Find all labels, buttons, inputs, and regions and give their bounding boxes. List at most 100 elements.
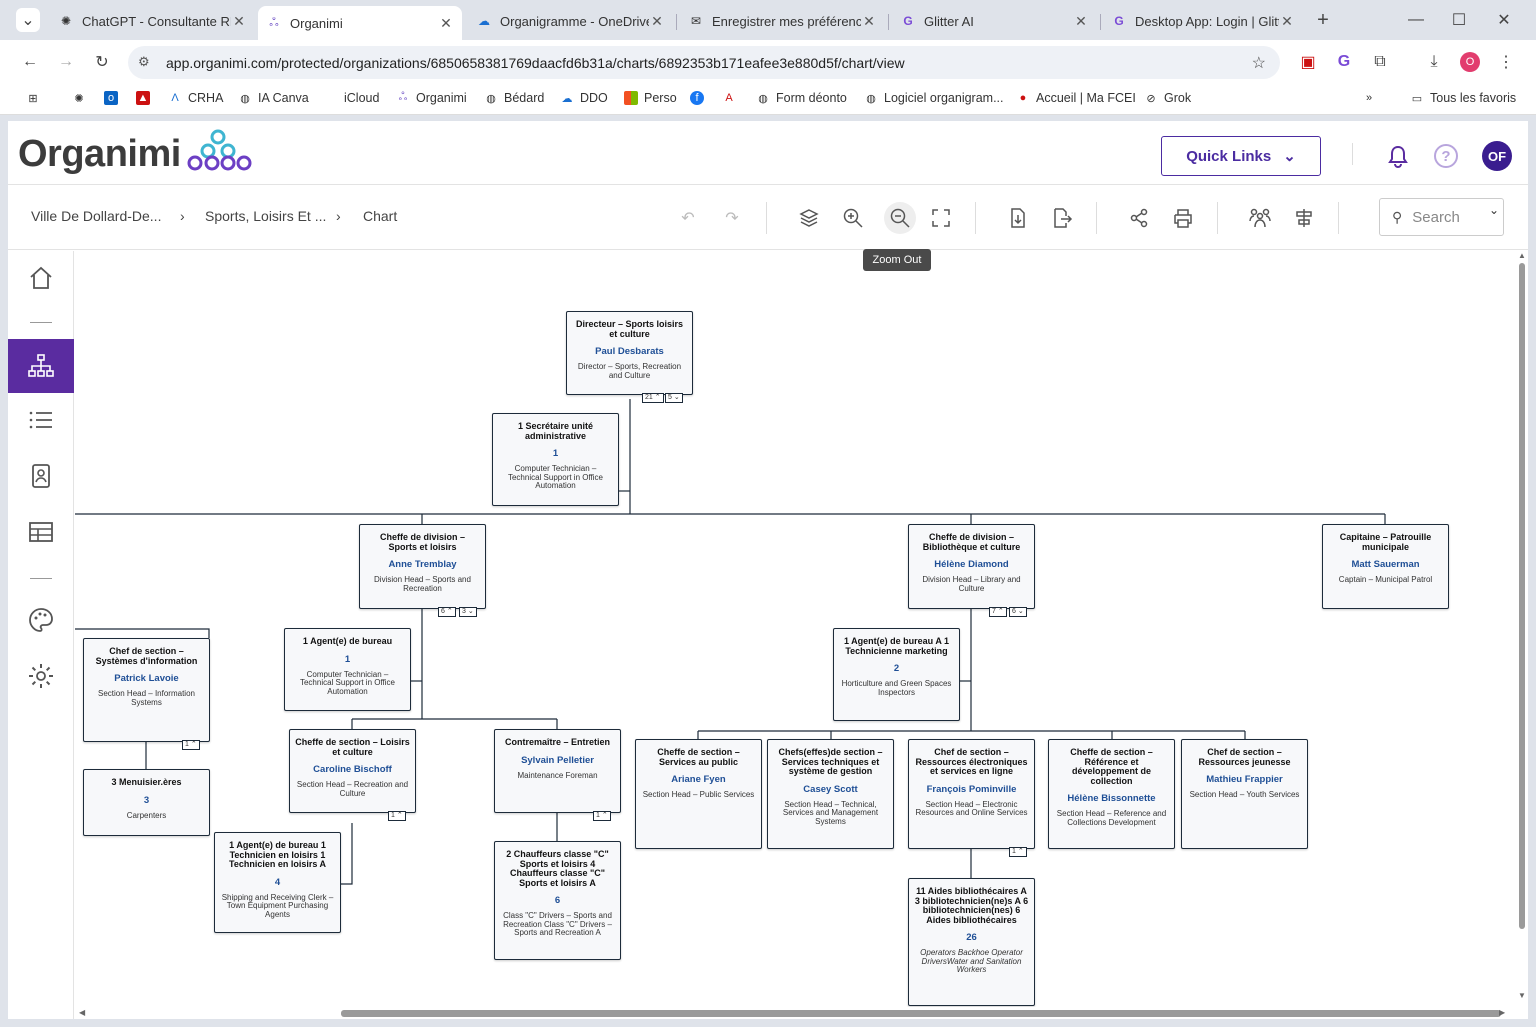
- org-card-recreation-culture[interactable]: Cheffe de section – Loisirs et culture C…: [289, 729, 416, 821]
- org-card-carpenters[interactable]: 3 Menuisier.ères 3 Carpenters: [83, 769, 210, 836]
- minimize-button[interactable]: —: [1404, 8, 1428, 32]
- direct-reports-badge[interactable]: 6 ⌄: [1009, 607, 1027, 617]
- apps-icon[interactable]: ⊞: [26, 91, 46, 105]
- org-card-office-agent[interactable]: 1 Agent(e) de bureau 1 Computer Technici…: [284, 628, 411, 711]
- all-bookmarks[interactable]: ▭ Tous les favoris: [1410, 91, 1516, 105]
- reload-button[interactable]: ↻: [90, 50, 114, 74]
- breadcrumb-chart[interactable]: Chart: [363, 208, 397, 224]
- org-card-public-services[interactable]: Cheffe de section – Services au public A…: [635, 739, 762, 849]
- close-tab-icon[interactable]: ✕: [1279, 13, 1295, 30]
- chevron-down-icon[interactable]: ⌄: [1489, 203, 1499, 217]
- new-tab-button[interactable]: +: [1311, 8, 1335, 32]
- fullscreen-icon[interactable]: [928, 205, 954, 231]
- layers-icon[interactable]: [796, 205, 822, 231]
- print-icon[interactable]: [1170, 205, 1196, 231]
- close-tab-icon[interactable]: ✕: [861, 13, 877, 30]
- quick-links-button[interactable]: Quick Links ⌄: [1161, 136, 1321, 176]
- help-icon[interactable]: ?: [1434, 144, 1458, 168]
- browser-menu-icon[interactable]: ⋮: [1494, 50, 1518, 74]
- bookmark-form-deonto[interactable]: ◍ Form déonto: [756, 91, 847, 105]
- org-card-maintenance-foreman[interactable]: Contremaître – Entretien Sylvain Pelleti…: [494, 729, 621, 821]
- back-button[interactable]: ←: [18, 50, 42, 74]
- maximize-button[interactable]: ☐: [1447, 8, 1471, 32]
- extensions-icon[interactable]: ⧉: [1368, 50, 1392, 74]
- bookmark-facebook-icon[interactable]: f: [690, 91, 710, 105]
- bookmark-icloud[interactable]: iCloud: [324, 91, 379, 105]
- tab-glitter[interactable]: G Glitter AI ✕: [892, 6, 1097, 36]
- table-icon[interactable]: [8, 505, 74, 559]
- horizontal-scroll-thumb[interactable]: [341, 1010, 1501, 1017]
- pdf-extension-icon[interactable]: ▣: [1296, 50, 1320, 74]
- org-card-reference-collections[interactable]: Cheffe de section – Référence et dévelop…: [1048, 739, 1175, 849]
- bookmark-bedard[interactable]: ◍ Bédard: [484, 91, 544, 105]
- zoom-out-icon[interactable]: [884, 202, 916, 234]
- org-card-youth-resources[interactable]: Chef de section – Ressources jeunesse Ma…: [1181, 739, 1308, 849]
- org-chart-canvas[interactable]: Directeur – Sports loisirs et culture Pa…: [75, 251, 1513, 1009]
- bookmark-adobe-icon[interactable]: A: [722, 91, 742, 105]
- breadcrumb-department[interactable]: Sports, Loisirs Et ...: [205, 208, 326, 224]
- reports-count-badge[interactable]: 6 ⌃: [438, 607, 456, 617]
- people-icon[interactable]: [1247, 205, 1273, 231]
- bookmark-ddo[interactable]: ☁ DDO: [560, 91, 608, 105]
- import-icon[interactable]: [1005, 205, 1031, 231]
- settings-gear-icon[interactable]: [8, 649, 74, 703]
- close-tab-icon[interactable]: ✕: [649, 13, 665, 30]
- direct-reports-badge[interactable]: 3 ⌄: [459, 607, 477, 617]
- palette-icon[interactable]: [8, 593, 74, 647]
- bookmark-pdf-icon[interactable]: ▲: [136, 91, 156, 105]
- bookmark-chatgpt-icon[interactable]: ✺: [72, 91, 92, 105]
- glitter-extension-icon[interactable]: G: [1332, 50, 1356, 74]
- org-card-division-sports[interactable]: Cheffe de division – Sports et loisirs A…: [359, 524, 486, 617]
- tab-search-button[interactable]: ⌄: [16, 8, 40, 32]
- bookmark-ia-canva[interactable]: ◍ IA Canva: [238, 91, 309, 105]
- org-card-technical-services[interactable]: Chefs(effes)de section – Services techni…: [767, 739, 894, 849]
- profile-avatar[interactable]: O: [1458, 50, 1482, 74]
- share-icon[interactable]: [1126, 205, 1152, 231]
- vertical-scrollbar[interactable]: ▲ ▼: [1516, 251, 1528, 1009]
- direct-reports-badge[interactable]: 1 ⌃: [182, 740, 200, 750]
- bookmark-star-icon[interactable]: ☆: [1252, 53, 1266, 73]
- reports-count-badge[interactable]: 7 ⌃: [989, 607, 1007, 617]
- bookmarks-overflow-icon[interactable]: »: [1362, 91, 1382, 105]
- org-card-secretary[interactable]: 1 Secrétaire unité administrative 1 Comp…: [492, 413, 619, 506]
- tab-onedrive[interactable]: ☁ Organigramme - OneDrive ✕: [468, 6, 673, 36]
- direct-reports-badge[interactable]: 5 ⌄: [665, 393, 683, 403]
- zoom-in-icon[interactable]: [840, 205, 866, 231]
- bookmark-organimi[interactable]: ஃ Organimi: [396, 91, 467, 105]
- url-field[interactable]: ⚙ app.organimi.com/protected/organizatio…: [128, 46, 1280, 79]
- home-icon[interactable]: [8, 251, 74, 305]
- close-tab-icon[interactable]: ✕: [438, 15, 454, 32]
- org-card-class-c-drivers[interactable]: 2 Chauffeurs classe "C" Sports et loisir…: [494, 841, 621, 960]
- org-card-division-library[interactable]: Cheffe de division – Bibliothèque et cul…: [908, 524, 1035, 617]
- user-avatar[interactable]: OF: [1482, 141, 1512, 171]
- organimi-logo[interactable]: Organimi: [18, 133, 181, 176]
- vertical-scroll-thumb[interactable]: [1519, 263, 1525, 929]
- org-card-office-agent-a[interactable]: 1 Agent(e) de bureau A 1 Technicienne ma…: [833, 628, 960, 721]
- undo-icon[interactable]: ↶: [675, 205, 701, 231]
- close-tab-icon[interactable]: ✕: [1073, 13, 1089, 30]
- forward-button[interactable]: →: [54, 50, 78, 74]
- reports-count-badge[interactable]: 21 ⌃: [642, 393, 664, 403]
- bookmark-logiciel[interactable]: ◍ Logiciel organigram...: [864, 91, 1003, 105]
- org-chart-icon[interactable]: [8, 339, 74, 393]
- site-info-icon[interactable]: ⚙: [138, 54, 150, 70]
- bell-icon[interactable]: [1386, 144, 1410, 170]
- breadcrumb-organization[interactable]: Ville De Dollard-De...: [31, 208, 161, 224]
- directory-icon[interactable]: [8, 449, 74, 503]
- bookmark-outlook-icon[interactable]: o: [104, 91, 124, 105]
- horizontal-scrollbar[interactable]: ◀ ▶: [75, 1007, 1513, 1019]
- search-input[interactable]: ⚲ Search ⌄: [1379, 198, 1504, 236]
- close-tab-icon[interactable]: ✕: [231, 13, 247, 30]
- bookmark-perso[interactable]: Perso: [624, 91, 677, 105]
- layout-settings-icon[interactable]: [1291, 205, 1317, 231]
- tab-preferences[interactable]: ✉ Enregistrer mes préférence ✕: [680, 6, 885, 36]
- direct-reports-badge[interactable]: 1 ⌃: [1009, 847, 1027, 857]
- bookmark-crha[interactable]: Λ CRHA: [168, 91, 223, 105]
- direct-reports-badge[interactable]: 1 ⌃: [593, 811, 611, 821]
- download-icon[interactable]: ⤓: [1422, 50, 1446, 74]
- export-icon[interactable]: [1049, 205, 1075, 231]
- bookmark-grok[interactable]: ⊘ Grok: [1144, 91, 1191, 105]
- org-card-electronic-resources[interactable]: Chef de section – Ressources électroniqu…: [908, 739, 1035, 857]
- tab-chatgpt[interactable]: ✺ ChatGPT - Consultante RH ✕: [50, 6, 255, 36]
- org-card-information-systems[interactable]: Chef de section – Systèmes d'information…: [83, 638, 210, 750]
